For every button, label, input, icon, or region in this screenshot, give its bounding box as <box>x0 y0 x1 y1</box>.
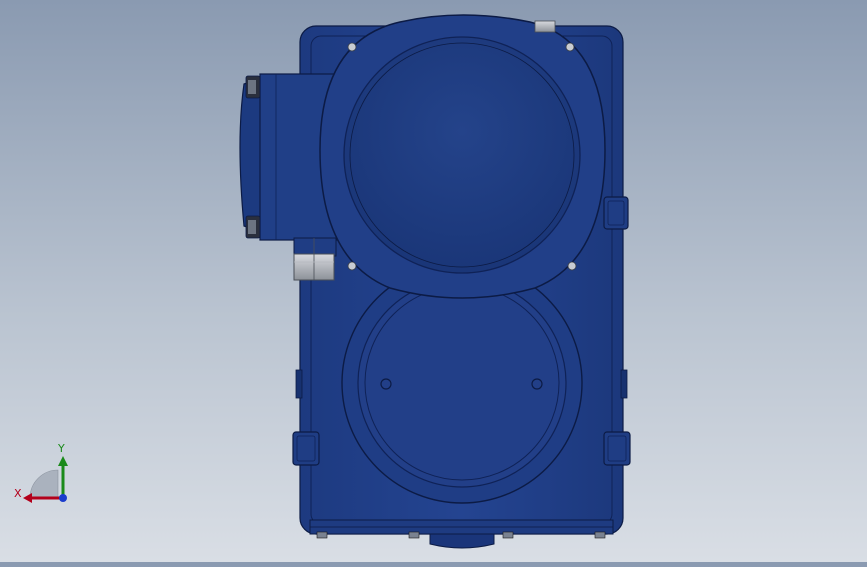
triad-plane <box>29 469 59 499</box>
gearbox-model[interactable] <box>0 0 867 562</box>
lower-cover <box>341 262 583 504</box>
cad-viewport[interactable]: Y X <box>0 0 867 562</box>
upper-cover <box>319 14 606 299</box>
x-axis-label: X <box>14 487 22 500</box>
y-axis-label: Y <box>57 442 65 455</box>
coordinate-triad: Y X <box>14 442 68 503</box>
z-axis-dot <box>59 494 67 502</box>
cable-gland-nut <box>293 237 337 281</box>
